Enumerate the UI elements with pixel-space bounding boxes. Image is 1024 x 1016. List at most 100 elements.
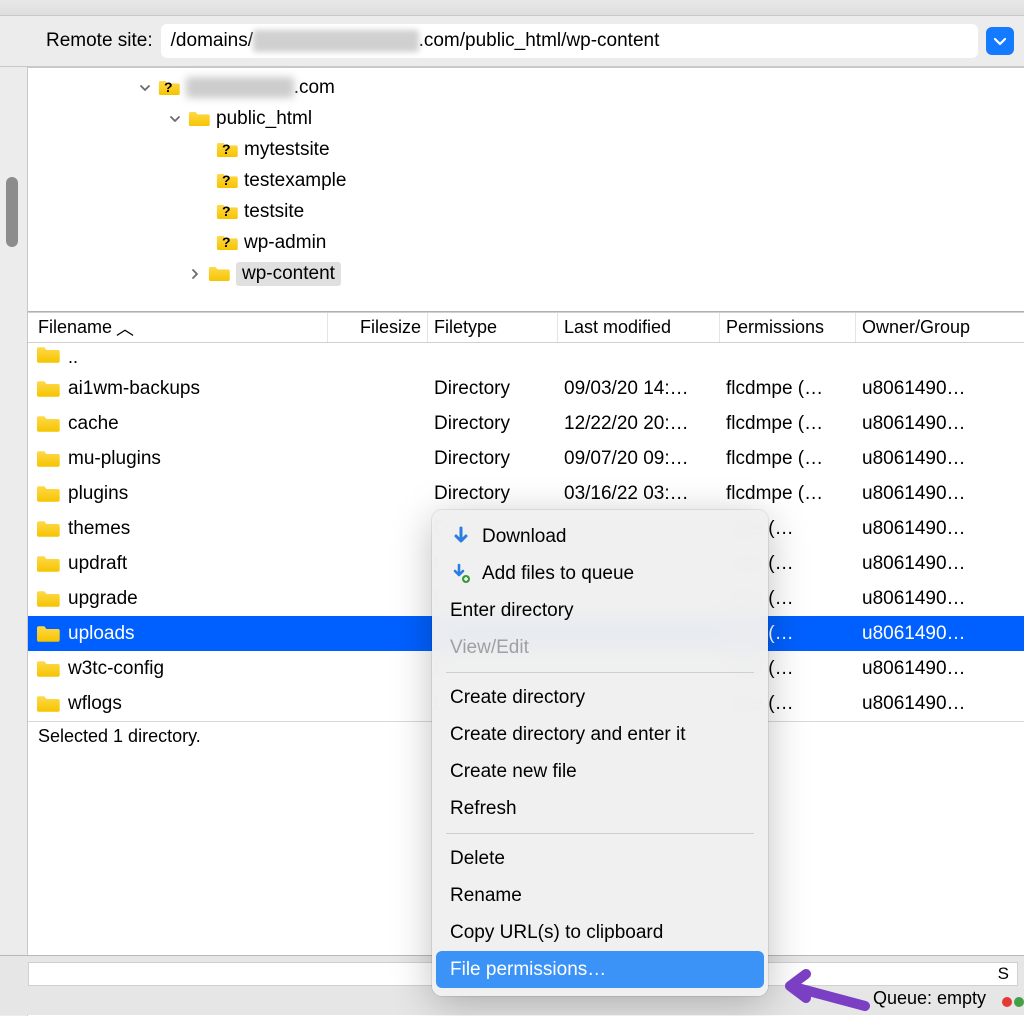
menu-rename[interactable]: Rename bbox=[432, 877, 768, 914]
question-folder-icon: ? bbox=[216, 140, 238, 160]
tree-node[interactable]: ? wp-admin bbox=[28, 227, 1024, 258]
column-header-owner[interactable]: Owner/Group bbox=[856, 313, 1024, 342]
menu-copy-url[interactable]: Copy URL(s) to clipboard bbox=[432, 914, 768, 951]
context-menu: Download Add files to queue Enter direct… bbox=[432, 510, 768, 996]
disclosure-open-icon[interactable] bbox=[168, 112, 182, 126]
disclosure-open-icon[interactable] bbox=[138, 81, 152, 95]
file-type: Directory bbox=[428, 371, 558, 406]
menu-refresh[interactable]: Refresh bbox=[432, 790, 768, 827]
tree-node-domain[interactable]: ? ████████.com bbox=[28, 72, 1024, 103]
menu-separator bbox=[446, 833, 754, 834]
download-icon bbox=[450, 526, 472, 548]
file-owner: u8061490… bbox=[856, 581, 1024, 616]
file-owner: u8061490… bbox=[856, 511, 1024, 546]
file-permissions: flcdmpe (… bbox=[720, 441, 856, 476]
file-modified: 03/16/22 03:… bbox=[558, 476, 720, 511]
tree-node[interactable]: ? testsite bbox=[28, 196, 1024, 227]
tree-node[interactable]: ? mytestsite bbox=[28, 134, 1024, 165]
file-permissions: flcdmpe (… bbox=[720, 406, 856, 441]
tree-node[interactable]: ? testexample bbox=[28, 165, 1024, 196]
menu-delete[interactable]: Delete bbox=[432, 840, 768, 877]
file-name: updraft bbox=[68, 553, 127, 575]
file-name: mu-plugins bbox=[68, 448, 161, 470]
file-modified: 09/03/20 14:… bbox=[558, 371, 720, 406]
chevron-down-icon bbox=[992, 33, 1008, 49]
remote-site-label: Remote site: bbox=[46, 30, 153, 52]
file-row-ai1wm-backups[interactable]: ai1wm-backups Directory 09/03/20 14:… fl… bbox=[28, 371, 1024, 406]
folder-icon bbox=[208, 264, 230, 284]
folder-icon bbox=[36, 415, 60, 433]
file-owner: u8061490… bbox=[856, 651, 1024, 686]
column-header-filetype[interactable]: Filetype bbox=[428, 313, 558, 342]
disclosure-closed-icon[interactable] bbox=[188, 267, 202, 281]
file-permissions: flcdmpe (… bbox=[720, 476, 856, 511]
file-type: Directory bbox=[428, 476, 558, 511]
file-owner: u8061490… bbox=[856, 441, 1024, 476]
folder-icon bbox=[188, 109, 210, 129]
status-indicators bbox=[1002, 997, 1024, 1007]
folder-icon bbox=[36, 590, 60, 608]
file-type: Directory bbox=[428, 406, 558, 441]
remote-site-bar: Remote site: /domains/████████████.com/p… bbox=[0, 16, 1024, 67]
file-name: uploads bbox=[68, 623, 135, 645]
menu-create-file[interactable]: Create new file bbox=[432, 753, 768, 790]
remote-path-dropdown[interactable] bbox=[986, 27, 1014, 55]
file-permissions: flcdmpe (… bbox=[720, 371, 856, 406]
folder-icon bbox=[36, 520, 60, 538]
file-row-cache[interactable]: cache Directory 12/22/20 20:… flcdmpe (…… bbox=[28, 406, 1024, 441]
menu-add-queue[interactable]: Add files to queue bbox=[432, 555, 768, 592]
question-folder-icon: ? bbox=[216, 202, 238, 222]
tree-node-public-html[interactable]: public_html bbox=[28, 103, 1024, 134]
remote-directory-tree[interactable]: ? ████████.com public_html ? mytestsite … bbox=[28, 68, 1024, 312]
column-header-modified[interactable]: Last modified bbox=[558, 313, 720, 342]
file-owner: u8061490… bbox=[856, 406, 1024, 441]
add-queue-icon bbox=[450, 563, 472, 585]
question-folder-icon: ? bbox=[158, 78, 180, 98]
file-name: upgrade bbox=[68, 588, 138, 610]
column-header-filesize[interactable]: Filesize bbox=[328, 313, 428, 342]
file-name: wflogs bbox=[68, 693, 122, 715]
menu-create-directory-enter[interactable]: Create directory and enter it bbox=[432, 716, 768, 753]
file-name: themes bbox=[68, 518, 130, 540]
file-name: ai1wm-backups bbox=[68, 378, 200, 400]
left-pane-stub bbox=[0, 67, 28, 1016]
folder-icon bbox=[36, 660, 60, 678]
folder-icon bbox=[36, 346, 60, 369]
file-name: w3tc-config bbox=[68, 658, 164, 680]
question-folder-icon: ? bbox=[216, 233, 238, 253]
folder-icon bbox=[36, 450, 60, 468]
column-header-filename[interactable]: Filename︿ bbox=[28, 313, 328, 342]
file-owner: u8061490… bbox=[856, 546, 1024, 581]
file-name: cache bbox=[68, 413, 119, 435]
tree-node-wp-content[interactable]: wp-content bbox=[28, 258, 1024, 289]
column-headers: Filename︿ Filesize Filetype Last modifie… bbox=[28, 313, 1024, 343]
folder-icon bbox=[36, 695, 60, 713]
redacted-domain: ████████████ bbox=[253, 30, 419, 52]
column-header-permissions[interactable]: Permissions bbox=[720, 313, 856, 342]
file-owner: u8061490… bbox=[856, 476, 1024, 511]
file-owner: u8061490… bbox=[856, 686, 1024, 721]
file-name: plugins bbox=[68, 483, 128, 505]
menu-file-permissions[interactable]: File permissions… bbox=[436, 951, 764, 988]
menu-download[interactable]: Download bbox=[432, 518, 768, 555]
folder-icon bbox=[36, 380, 60, 398]
file-row-plugins[interactable]: plugins Directory 03/16/22 03:… flcdmpe … bbox=[28, 476, 1024, 511]
file-owner: u8061490… bbox=[856, 371, 1024, 406]
remote-path-input[interactable]: /domains/████████████.com/public_html/wp… bbox=[161, 24, 978, 58]
file-owner: u8061490… bbox=[856, 616, 1024, 651]
file-modified: 09/07/20 09:… bbox=[558, 441, 720, 476]
menu-create-directory[interactable]: Create directory bbox=[432, 679, 768, 716]
file-modified: 12/22/20 20:… bbox=[558, 406, 720, 441]
folder-icon bbox=[36, 555, 60, 573]
sort-ascending-icon: ︿ bbox=[116, 315, 134, 341]
menu-separator bbox=[446, 672, 754, 673]
question-folder-icon: ? bbox=[216, 171, 238, 191]
file-row-mu-plugins[interactable]: mu-plugins Directory 09/07/20 09:… flcdm… bbox=[28, 441, 1024, 476]
parent-directory-row[interactable]: .. bbox=[28, 343, 1024, 371]
folder-icon bbox=[36, 485, 60, 503]
menu-view-edit: View/Edit bbox=[432, 629, 768, 666]
file-type: Directory bbox=[428, 441, 558, 476]
queue-status: Queue: empty bbox=[873, 988, 986, 1009]
folder-icon bbox=[36, 625, 60, 643]
menu-enter-directory[interactable]: Enter directory bbox=[432, 592, 768, 629]
